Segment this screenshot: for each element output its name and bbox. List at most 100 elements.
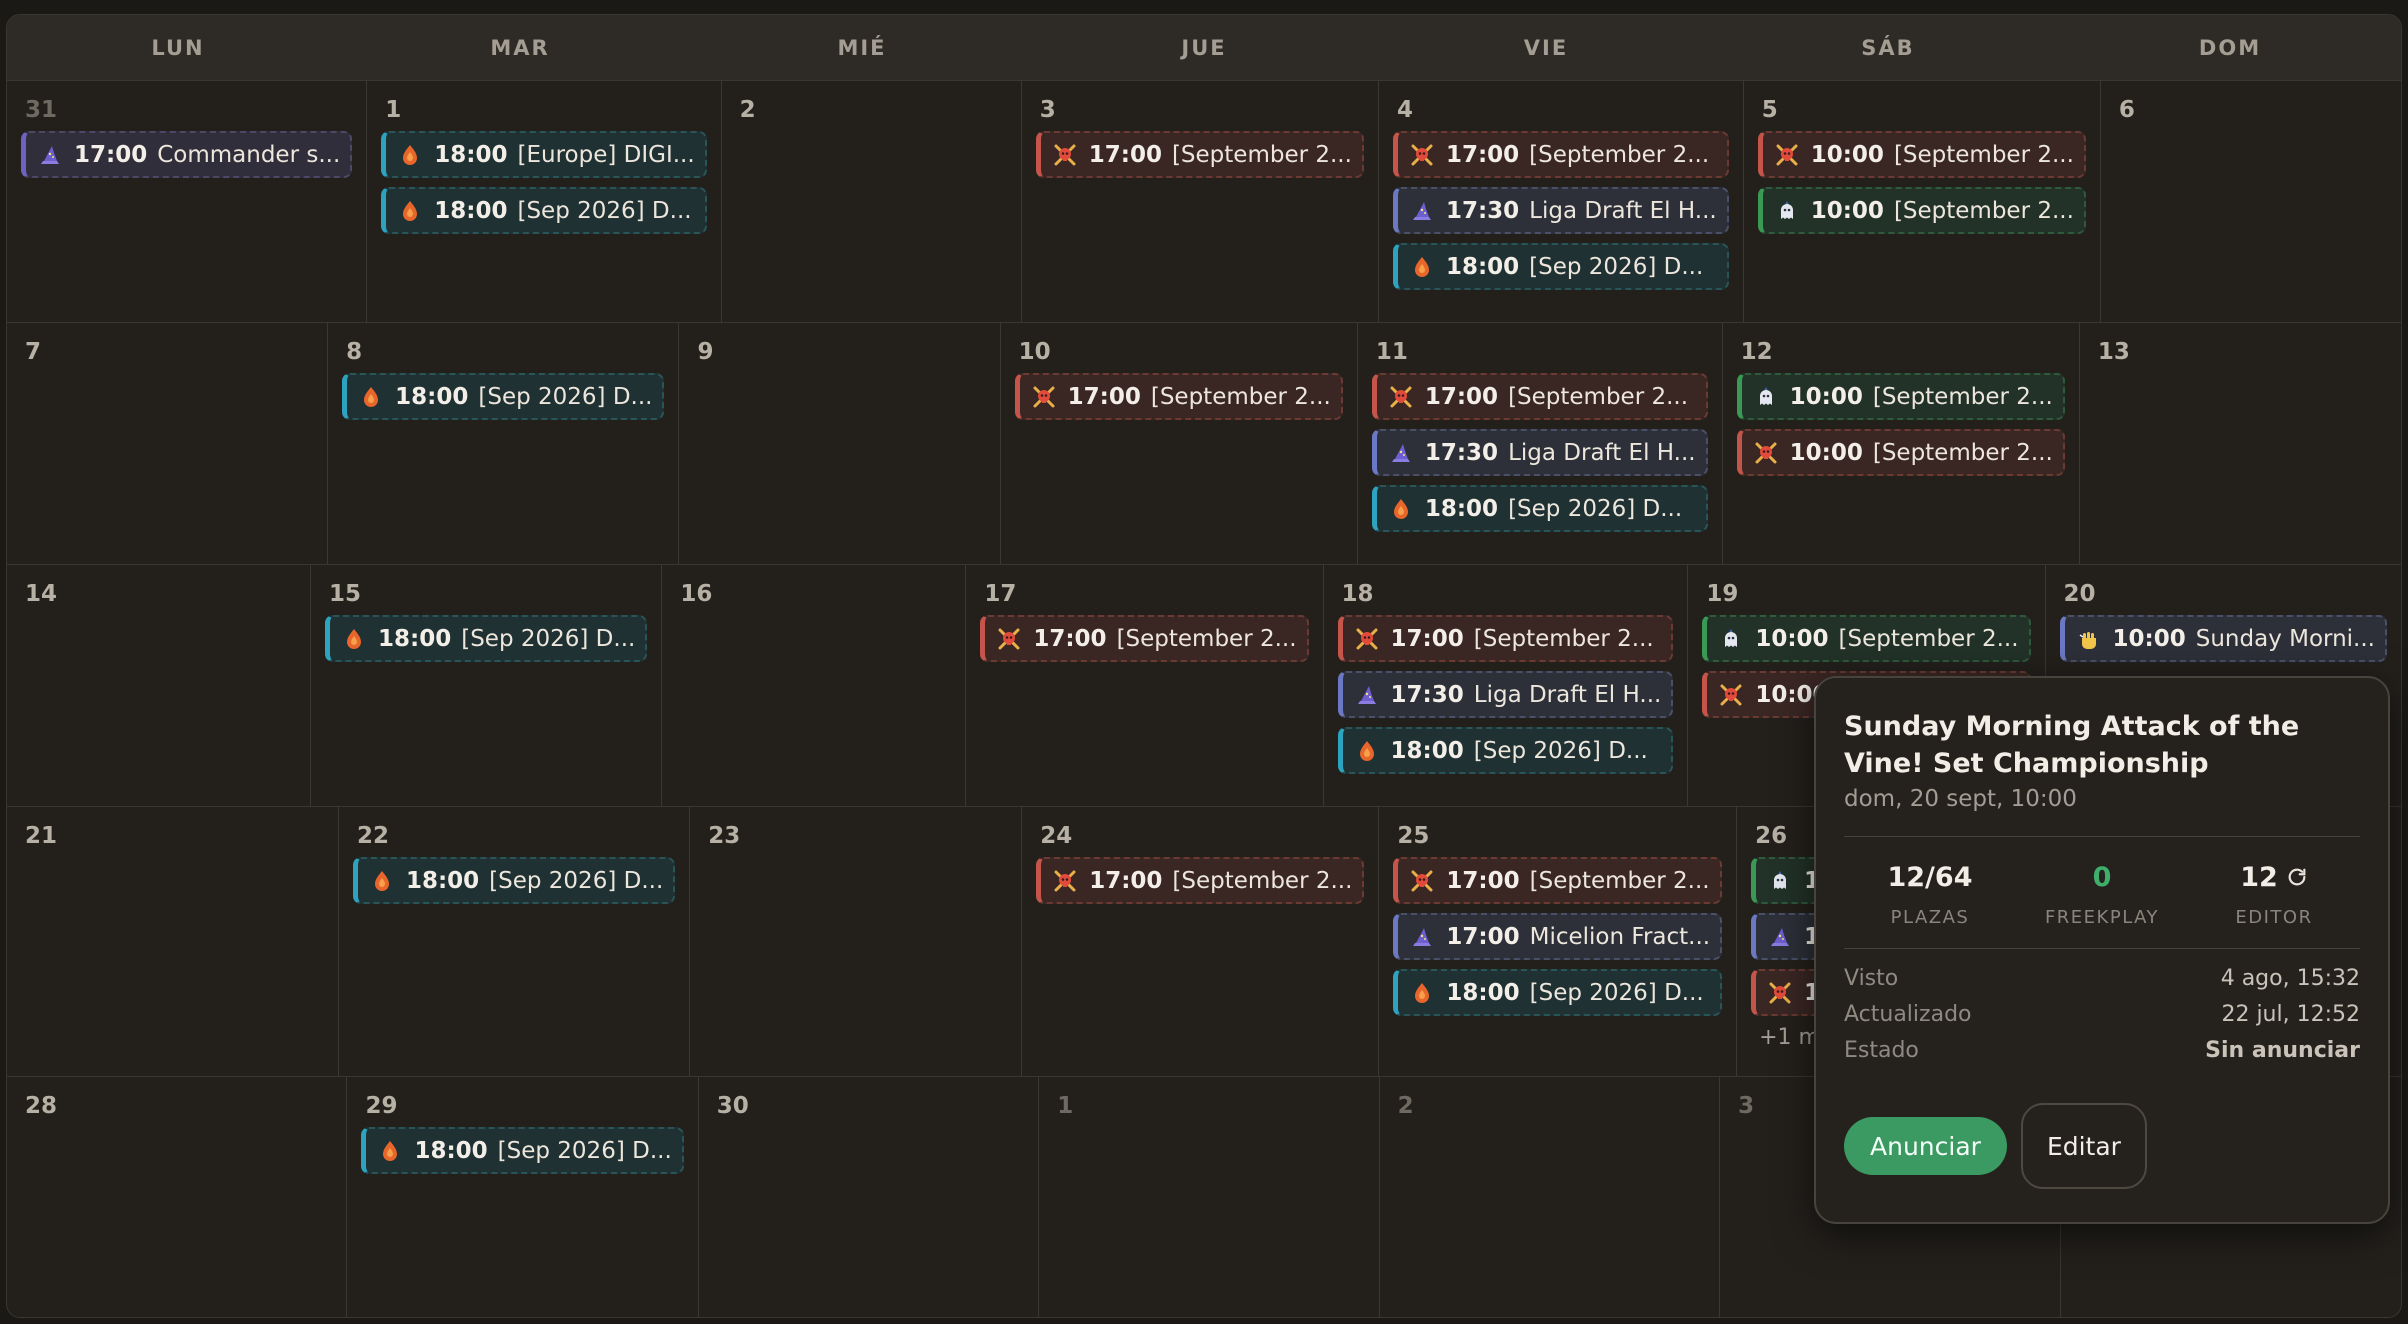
meta-actualizado: Actualizado 22 jul, 12:52 (1844, 997, 2360, 1033)
event-time: 10:00 (1789, 439, 1863, 466)
event-chip[interactable]: 17:30 Liga Draft El H... (1392, 187, 1729, 234)
weekday-label: DOM (2198, 35, 2262, 60)
meta-visto: Visto 4 ago, 15:32 (1844, 961, 2360, 997)
event-time: 10:00 (1810, 141, 1884, 168)
flame-egg-icon (1353, 737, 1381, 765)
event-time: 10:00 (2112, 625, 2186, 652)
skull-crossbones-icon (1387, 383, 1415, 411)
event-title: [Sep 2026] D... (478, 383, 653, 410)
announce-button[interactable]: Anunciar (1844, 1117, 2007, 1175)
day-number: 2 (739, 97, 756, 123)
event-chip[interactable]: 10:00 [September 2... (1757, 131, 2086, 178)
day-cell[interactable]: 30 (699, 1077, 1040, 1317)
event-time: 17:00 (1424, 383, 1499, 410)
event-time: 18:00 (434, 197, 508, 224)
day-cell[interactable]: 10 17:00 [September 2... (1001, 323, 1358, 564)
day-cell[interactable]: 28 (7, 1077, 348, 1317)
day-number: 13 (2097, 339, 2130, 365)
event-chip[interactable]: 17:00 [September 2... (1035, 131, 1364, 178)
status-value: Sin anunciar (2205, 1038, 2360, 1063)
day-cell[interactable]: 12 10:00 [September 2... 10:00 [September 2.… (1723, 323, 2080, 564)
day-cell[interactable]: 29 18:00 [Sep 2026] D... (347, 1077, 699, 1317)
event-chip[interactable]: 10:00 [September 2... (1757, 187, 2086, 234)
day-cell[interactable]: 25 17:00 [September 2... 17:00 Micelion Frac… (1379, 807, 1738, 1076)
skull-crossbones-icon (1408, 141, 1436, 169)
day-cell[interactable]: 31 17:00 Commander s... (7, 81, 368, 322)
day-cell[interactable]: 15 18:00 [Sep 2026] D... (311, 565, 663, 806)
event-chip[interactable]: 17:30 Liga Draft El H... (1337, 671, 1674, 718)
weekday-label: JUE (1181, 35, 1227, 60)
day-cell[interactable]: 21 (7, 807, 339, 1076)
event-title: [Sep 2026] D... (1529, 253, 1704, 280)
popover-title: Sunday Morning Attack of the Vine! Set C… (1844, 711, 2300, 779)
day-number: 5 (1761, 97, 1778, 123)
event-chip[interactable]: 17:00 [September 2... (1392, 131, 1729, 178)
day-cell[interactable]: 14 (7, 565, 311, 806)
day-cell[interactable]: 1 (1039, 1077, 1380, 1317)
day-cell[interactable]: 3 17:00 [September 2... (1022, 81, 1379, 322)
event-time: 17:00 (1067, 383, 1141, 410)
edit-button[interactable]: Editar (2020, 1103, 2147, 1189)
day-cell[interactable]: 18 17:00 [September 2... 17:30 Liga Draft El… (1324, 565, 1689, 806)
day-cell[interactable]: 17 17:00 [September 2... (966, 565, 1324, 806)
meta-estado: Estado Sin anunciar (1844, 1033, 2360, 1069)
event-time: 17:00 (1446, 923, 1520, 950)
event-chip[interactable]: 17:00 [September 2... (1393, 857, 1723, 904)
popover-stats: 12/64 PLAZAS 0 FREEKPLAY 12 EDITOR (1844, 857, 2360, 929)
event-chip[interactable]: 10:00 Sunday Morni... (2059, 615, 2387, 662)
refresh-icon[interactable] (2286, 866, 2308, 888)
day-cell[interactable]: 4 17:00 [September 2... 17:30 Liga Draft El … (1379, 81, 1744, 322)
event-title: [Sep 2026] D... (1508, 495, 1683, 522)
skull-crossbones-icon (1766, 979, 1794, 1007)
event-chip[interactable]: 18:00 [Sep 2026] D... (381, 187, 707, 234)
event-chip[interactable]: 18:00 [Sep 2026] D... (1393, 969, 1723, 1016)
event-chip[interactable]: 18:00 [Sep 2026] D... (325, 615, 648, 662)
event-chip[interactable]: 17:00 Micelion Fract... (1393, 913, 1723, 960)
stat-value: 0 (2092, 861, 2112, 893)
event-chip[interactable]: 18:00 [Sep 2026] D... (342, 373, 665, 420)
skull-crossbones-icon (995, 625, 1023, 653)
event-chip[interactable]: 18:00 [Sep 2026] D... (1371, 485, 1708, 532)
day-cell[interactable]: 13 (2080, 323, 2401, 564)
day-cell[interactable]: 23 (690, 807, 1023, 1076)
event-chip[interactable]: 17:00 Commander s... (21, 131, 353, 178)
ghost-icon (1773, 197, 1801, 225)
event-chip[interactable]: 18:00 [Sep 2026] D... (352, 857, 676, 904)
day-cell[interactable]: 22 18:00 [Sep 2026] D... (339, 807, 691, 1076)
event-chip[interactable]: 10:00 [September 2... (1736, 429, 2065, 476)
flame-egg-icon (1408, 979, 1436, 1007)
event-chip[interactable]: 18:00 [Europe] DIGI... (381, 131, 707, 178)
event-title: [Sep 2026] D... (497, 1137, 672, 1164)
flame-egg-icon (340, 625, 368, 653)
event-chip[interactable]: 10:00 [September 2... (1736, 373, 2065, 420)
day-cell[interactable]: 6 (2101, 81, 2401, 322)
day-cell[interactable]: 11 17:00 [September 2... 17:30 Liga Draft El… (1358, 323, 1723, 564)
meta-value: 22 jul, 12:52 (2221, 1002, 2360, 1027)
day-cell[interactable]: 16 (662, 565, 967, 806)
event-chip[interactable]: 17:00 [September 2... (1337, 615, 1674, 662)
event-chip[interactable]: 17:00 [September 2... (1371, 373, 1708, 420)
event-chip[interactable]: 17:00 [September 2... (1036, 857, 1365, 904)
day-cell[interactable]: 9 (679, 323, 1001, 564)
event-chip[interactable]: 10:00 [September 2... (1702, 615, 2031, 662)
day-cell[interactable]: 2 (1380, 1077, 1721, 1317)
event-chip[interactable]: 18:00 [Sep 2026] D... (1337, 727, 1674, 774)
event-chip[interactable]: 17:00 [September 2... (1014, 373, 1343, 420)
day-number: 4 (1396, 97, 1413, 123)
wizard-hat-icon (1387, 439, 1415, 467)
event-chip[interactable]: 17:30 Liga Draft El H... (1371, 429, 1708, 476)
day-number: 2 (1397, 1093, 1414, 1119)
day-cell[interactable]: 7 (7, 323, 329, 564)
day-cell[interactable]: 2 (722, 81, 1022, 322)
day-cell[interactable]: 24 17:00 [September 2... (1022, 807, 1380, 1076)
day-cell[interactable]: 5 10:00 [September 2... 10:00 [September 2..… (1744, 81, 2101, 322)
day-cell[interactable]: 1 18:00 [Europe] DIGI... 18:00 [Sep 2026] D.… (367, 81, 722, 322)
week-row: 7 8 18:00 [Sep 2026] D... 9 10 17:00 [September… (7, 323, 2401, 565)
day-cell[interactable]: 8 18:00 [Sep 2026] D... (328, 323, 680, 564)
skull-crossbones-icon (1051, 867, 1079, 895)
event-chip[interactable]: 18:00 [Sep 2026] D... (361, 1127, 684, 1174)
event-chip[interactable]: 17:00 [September 2... (980, 615, 1309, 662)
event-time: 17:00 (1033, 625, 1107, 652)
event-chip[interactable]: 18:00 [Sep 2026] D... (1392, 243, 1729, 290)
event-title: [Sep 2026] D... (1473, 737, 1648, 764)
